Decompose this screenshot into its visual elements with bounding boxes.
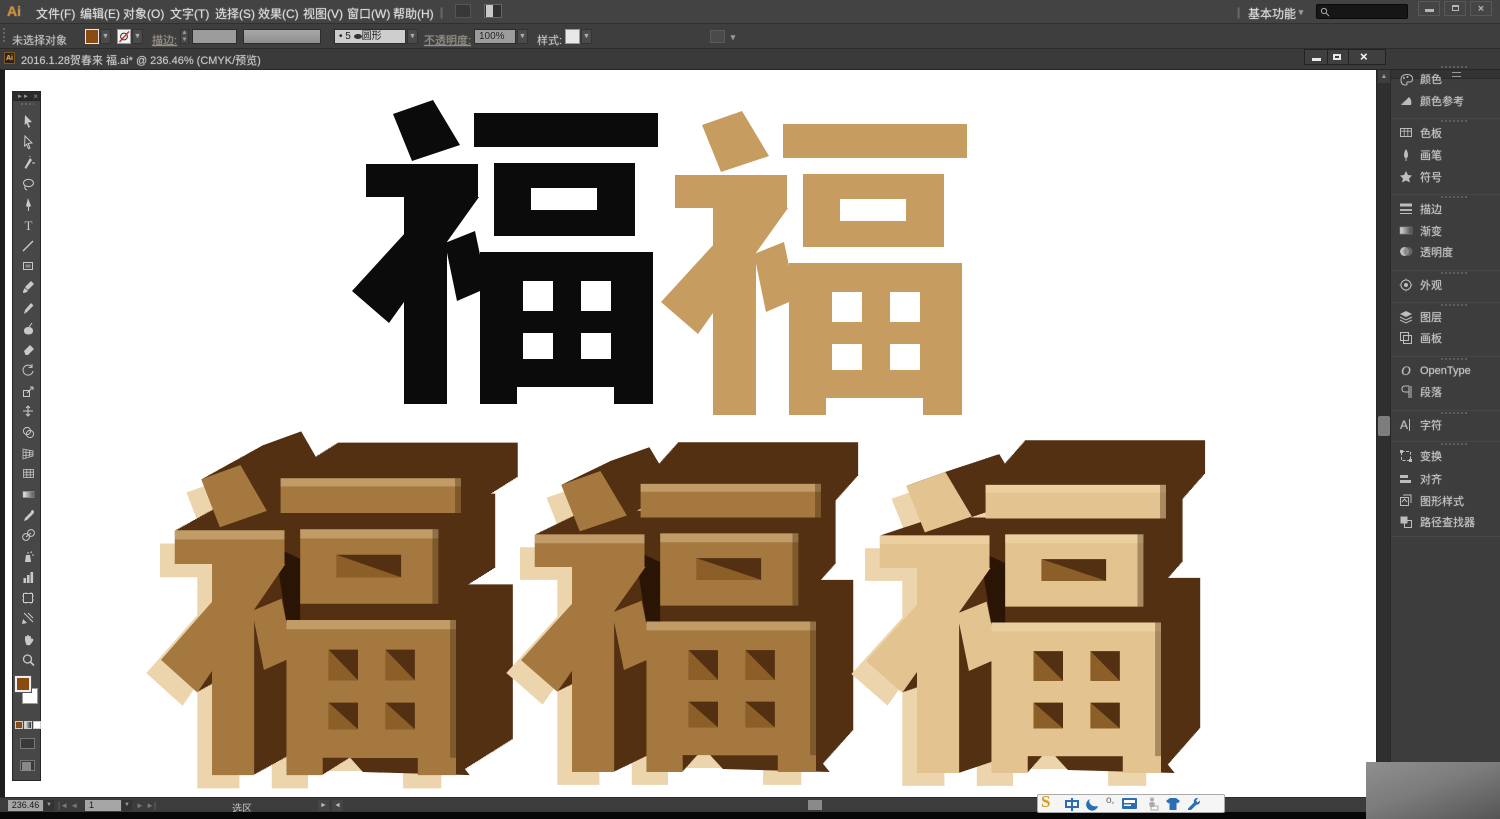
svg-text:O: O	[1401, 363, 1411, 378]
svg-text:A: A	[1400, 418, 1408, 432]
svg-text:T: T	[25, 218, 33, 233]
